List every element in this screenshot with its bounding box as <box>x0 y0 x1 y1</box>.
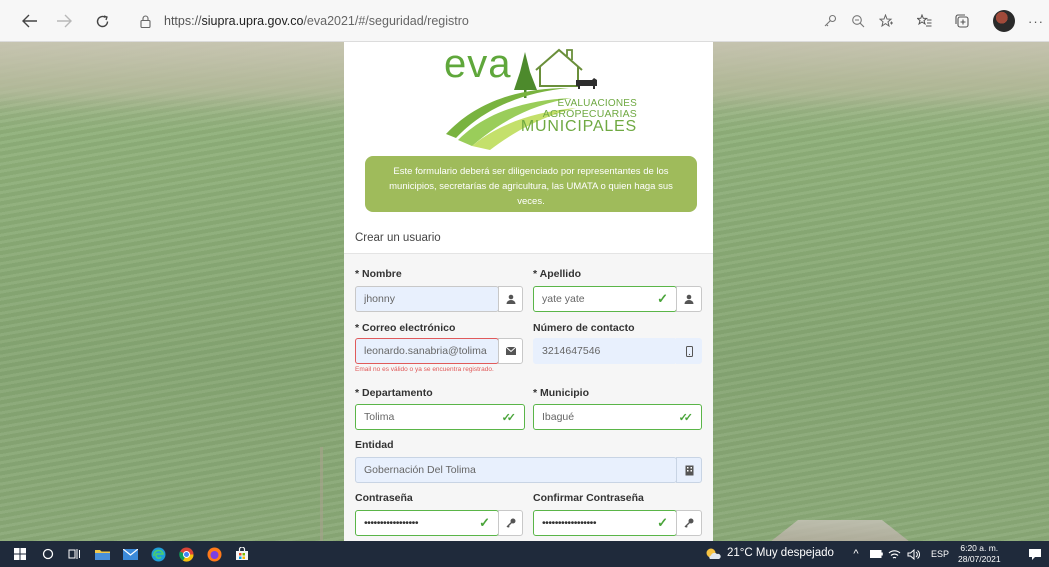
nombre-field[interactable]: jhonny <box>355 286 499 312</box>
apellido-value: yate yate <box>542 293 585 305</box>
entidad-value: Gobernación Del Tolima <box>364 464 476 476</box>
battery-icon[interactable] <box>866 544 886 564</box>
firefox-icon[interactable] <box>204 544 224 564</box>
valid-check-icon: ✓✓ <box>678 411 694 424</box>
confirmar-field[interactable]: ••••••••••••••••• ✓ <box>533 510 677 536</box>
edge-browser-icon[interactable] <box>148 544 168 564</box>
confirmar-label: Confirmar Contraseña <box>533 492 644 504</box>
departamento-select[interactable]: Tolima ✓✓ <box>355 404 525 430</box>
chevron-up-icon[interactable]: ^ <box>846 544 866 564</box>
weather-text[interactable]: 21°C Muy despejado <box>727 547 834 559</box>
mail-icon[interactable] <box>120 544 140 564</box>
more-options-icon[interactable]: ··· <box>1024 9 1048 33</box>
nombre-label: * Nombre <box>355 268 402 280</box>
correo-error-message: Email no es válido o ya se encuentra reg… <box>355 366 494 373</box>
entidad-label: Entidad <box>355 439 394 451</box>
phone-icon <box>676 338 702 364</box>
correo-label: * Correo electrónico <box>355 322 456 334</box>
key-icon <box>498 510 523 536</box>
language-indicator[interactable]: ESP <box>931 549 949 559</box>
search-icon[interactable] <box>38 544 58 564</box>
volume-icon[interactable] <box>903 544 923 564</box>
nombre-value: jhonny <box>364 293 395 305</box>
contrasena-field[interactable]: ••••••••••••••••• ✓ <box>355 510 499 536</box>
contacto-label: Número de contacto <box>533 322 635 334</box>
clock-time: 6:20 a. m. <box>960 543 999 553</box>
departamento-value: Tolima <box>364 411 395 423</box>
page-background: eva EVALUACIONES AGROPECUARIAS MUNICIPAL… <box>0 42 1049 541</box>
wifi-icon[interactable] <box>884 544 904 564</box>
valid-check-icon: ✓ <box>657 291 668 306</box>
forward-arrow-icon[interactable] <box>50 7 78 35</box>
apellido-label: * Apellido <box>533 268 582 280</box>
envelope-icon <box>498 338 523 364</box>
weather-icon[interactable] <box>703 544 723 564</box>
background-roof <box>770 520 910 541</box>
file-explorer-icon[interactable] <box>92 544 112 564</box>
clock[interactable]: 6:20 a. m. 28/07/2021 <box>958 543 1001 565</box>
apellido-field[interactable]: yate yate ✓ <box>533 286 677 312</box>
correo-field[interactable]: leonardo.sanabria@tolima <box>355 338 499 364</box>
municipio-select[interactable]: Ibagué ✓✓ <box>533 404 702 430</box>
user-icon <box>498 286 523 312</box>
entidad-field[interactable]: Gobernación Del Tolima <box>355 457 677 483</box>
contrasena-value: ••••••••••••••••• <box>364 517 419 529</box>
url-prefix: https:// <box>164 14 202 28</box>
departamento-label: * Departamento <box>355 387 433 399</box>
confirmar-value: ••••••••••••••••• <box>542 517 597 529</box>
municipio-value: Ibagué <box>542 411 575 423</box>
store-icon[interactable] <box>232 544 252 564</box>
url-host: siupra.upra.gov.co <box>201 14 304 28</box>
reload-icon[interactable] <box>88 7 116 35</box>
valid-check-icon: ✓ <box>479 515 490 530</box>
clock-date: 28/07/2021 <box>958 554 1001 564</box>
registration-panel: eva EVALUACIONES AGROPECUARIAS MUNICIPAL… <box>344 42 713 541</box>
key-icon[interactable] <box>818 9 842 33</box>
favorite-star-icon[interactable] <box>874 9 898 33</box>
valid-check-icon: ✓✓ <box>501 411 517 424</box>
lock-icon[interactable] <box>136 12 154 30</box>
key-icon <box>676 510 702 536</box>
windows-start-icon[interactable] <box>10 544 30 564</box>
background-post <box>320 447 323 541</box>
browser-toolbar: https://siupra.upra.gov.co/eva2021/#/seg… <box>0 0 1049 42</box>
notification-count: 4 <box>1041 557 1045 564</box>
municipio-label: * Municipio <box>533 387 589 399</box>
collections-icon[interactable] <box>950 9 974 33</box>
user-icon <box>676 286 702 312</box>
eva-logo-text: eva <box>444 42 512 86</box>
taskbar: 21°C Muy despejado ^ ESP 6:20 a. m. 28/0… <box>0 541 1049 567</box>
task-view-icon[interactable] <box>64 544 84 564</box>
url-path: /eva2021/#/seguridad/registro <box>303 14 469 28</box>
back-arrow-icon[interactable] <box>16 7 44 35</box>
profile-avatar[interactable] <box>993 10 1015 32</box>
chrome-icon[interactable] <box>176 544 196 564</box>
contacto-field[interactable]: 3214647546 <box>533 338 677 364</box>
form-title: Crear un usuario <box>355 232 441 244</box>
notifications-icon[interactable]: 4 <box>1025 544 1045 564</box>
building-icon <box>676 457 702 483</box>
notice-box: Este formulario deberá ser diligenciado … <box>365 156 697 212</box>
contacto-value: 3214647546 <box>542 345 601 357</box>
correo-value: leonardo.sanabria@tolima <box>364 345 487 357</box>
eva-logo: eva EVALUACIONES AGROPECUARIAS MUNICIPAL… <box>344 42 713 150</box>
valid-check-icon: ✓ <box>657 515 668 530</box>
logo-line-municipales: MUNICIPALES <box>520 118 637 135</box>
address-bar[interactable]: https://siupra.upra.gov.co/eva2021/#/seg… <box>136 8 806 34</box>
background-hill-right <box>711 42 1049 112</box>
contrasena-label: Contraseña <box>355 492 413 504</box>
zoom-icon[interactable] <box>846 9 870 33</box>
background-hill-left <box>0 42 345 112</box>
favorites-list-icon[interactable] <box>912 9 936 33</box>
